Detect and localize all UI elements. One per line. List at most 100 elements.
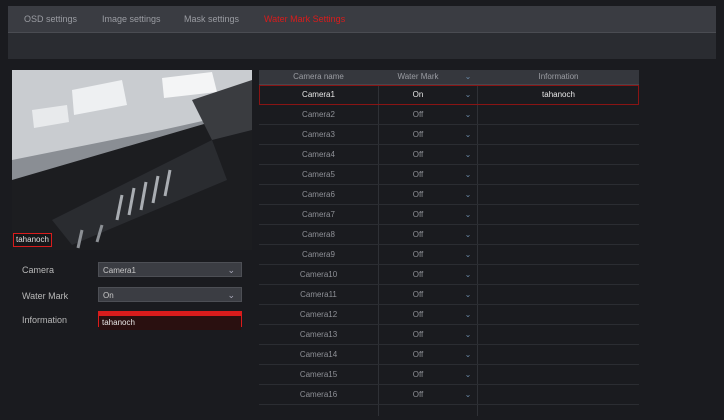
table-row[interactable]: Camera15 Off ⌄ [259, 365, 639, 385]
chevron-down-icon[interactable]: ⌄ [458, 165, 478, 184]
camera-name-cell: Camera13 [299, 330, 338, 339]
chevron-down-icon: ⌄ [227, 265, 235, 275]
camera-name-cell: Camera11 [300, 290, 337, 299]
water-mark-cell[interactable]: Off [378, 125, 458, 144]
water-mark-cell[interactable]: On [378, 85, 458, 104]
camera-select[interactable]: Camera1 ⌄ [98, 262, 242, 277]
sub-toolbar [8, 33, 716, 59]
information-cell [478, 205, 639, 224]
water-mark-cell[interactable]: Off [378, 385, 458, 404]
chevron-down-icon[interactable]: ⌄ [458, 145, 478, 164]
chevron-down-icon[interactable]: ⌄ [458, 265, 478, 284]
water-mark-cell[interactable]: Off [378, 325, 458, 344]
camera-name-cell: Camera9 [302, 250, 335, 259]
watermark-preview-text: tahanoch [13, 233, 52, 247]
water-mark-cell[interactable]: Off [378, 345, 458, 364]
table-row[interactable]: Camera16 Off ⌄ [259, 385, 639, 405]
information-cell [478, 185, 639, 204]
information-cell [478, 265, 639, 284]
table-row[interactable]: Camera4 Off ⌄ [259, 145, 639, 165]
camera-name-cell: Camera16 [299, 390, 338, 399]
chevron-down-icon[interactable]: ⌄ [458, 205, 478, 224]
table-row[interactable]: Camera9 Off ⌄ [259, 245, 639, 265]
chevron-down-icon[interactable]: ⌄ [458, 125, 478, 144]
information-field[interactable] [99, 315, 241, 330]
chevron-down-icon: ⌄ [227, 290, 235, 300]
camera-name-cell: Camera15 [299, 370, 338, 379]
water-mark-cell[interactable]: Off [378, 185, 458, 204]
information-cell [478, 285, 639, 304]
camera-name-cell: Camera12 [299, 310, 338, 319]
information-cell [478, 365, 639, 384]
table-row[interactable]: Camera2 Off ⌄ [259, 105, 639, 125]
header-camera-name: Camera name [293, 72, 344, 81]
water-mark-cell[interactable]: Off [378, 285, 458, 304]
table-row[interactable]: Camera14 Off ⌄ [259, 345, 639, 365]
camera-name-cell: Camera5 [302, 170, 335, 179]
table-body: Camera1 On ⌄ tahanoch Camera2 Off ⌄ Camera3 Off ⌄… [259, 85, 639, 405]
chevron-down-icon[interactable]: ⌄ [458, 185, 478, 204]
table-row[interactable]: Camera13 Off ⌄ [259, 325, 639, 345]
table-row[interactable]: Camera5 Off ⌄ [259, 165, 639, 185]
chevron-down-icon[interactable]: ⌄ [458, 345, 478, 364]
watermark-label: Water Mark [22, 291, 69, 301]
water-mark-cell[interactable]: Off [378, 105, 458, 124]
watermark-table: Camera name Water Mark ⌄ Information Cam… [259, 70, 639, 405]
table-row[interactable]: Camera1 On ⌄ tahanoch [259, 85, 639, 105]
tab-mask-settings[interactable]: Mask settings [184, 6, 239, 32]
settings-tab-bar: OSD settings Image settings Mask setting… [8, 6, 716, 33]
tab-image-settings[interactable]: Image settings [102, 6, 161, 32]
chevron-down-icon[interactable]: ⌄ [458, 325, 478, 344]
chevron-down-icon[interactable]: ⌄ [458, 225, 478, 244]
information-cell [478, 325, 639, 344]
camera-name-cell: Camera6 [302, 190, 335, 199]
chevron-down-icon[interactable]: ⌄ [458, 245, 478, 264]
table-row[interactable]: Camera12 Off ⌄ [259, 305, 639, 325]
water-mark-cell[interactable]: Off [378, 265, 458, 284]
water-mark-cell[interactable]: Off [378, 165, 458, 184]
information-cell [478, 345, 639, 364]
water-mark-cell[interactable]: Off [378, 245, 458, 264]
watermark-select[interactable]: On ⌄ [98, 287, 242, 302]
table-row[interactable]: Camera8 Off ⌄ [259, 225, 639, 245]
water-mark-cell[interactable]: Off [378, 365, 458, 384]
chevron-down-icon[interactable]: ⌄ [458, 85, 478, 104]
camera-name-cell: Camera8 [302, 230, 335, 239]
water-mark-cell[interactable]: Off [378, 225, 458, 244]
camera-preview [12, 70, 252, 250]
water-mark-cell[interactable]: Off [378, 145, 458, 164]
camera-name-cell: Camera2 [302, 110, 335, 119]
chevron-down-icon[interactable]: ⌄ [458, 365, 478, 384]
chevron-down-icon[interactable]: ⌄ [458, 105, 478, 124]
information-cell [478, 125, 639, 144]
table-row[interactable]: Camera10 Off ⌄ [259, 265, 639, 285]
header-water-mark: Water Mark [397, 72, 439, 81]
camera-name-cell: Camera4 [302, 150, 335, 159]
table-row[interactable]: Camera11 Off ⌄ [259, 285, 639, 305]
table-header: Camera name Water Mark ⌄ Information [259, 70, 639, 85]
camera-name-cell: Camera14 [299, 350, 338, 359]
camera-name-cell: Camera1 [302, 90, 335, 99]
camera-name-cell: Camera3 [302, 130, 335, 139]
chevron-down-icon[interactable]: ⌄ [458, 305, 478, 324]
information-cell [478, 105, 639, 124]
camera-name-cell: Camera10 [299, 270, 338, 279]
chevron-down-icon[interactable]: ⌄ [458, 70, 478, 84]
watermark-select-value: On [103, 291, 114, 300]
information-cell [478, 165, 639, 184]
water-mark-cell[interactable]: Off [378, 205, 458, 224]
table-row[interactable]: Camera7 Off ⌄ [259, 205, 639, 225]
header-information: Information [538, 72, 579, 81]
information-field-wrap [98, 311, 242, 330]
chevron-down-icon[interactable]: ⌄ [458, 385, 478, 404]
table-row[interactable]: Camera6 Off ⌄ [259, 185, 639, 205]
information-label: Information [22, 315, 68, 325]
camera-label: Camera [22, 265, 55, 275]
chevron-down-icon[interactable]: ⌄ [458, 285, 478, 304]
water-mark-cell[interactable]: Off [378, 305, 458, 324]
information-cell [478, 225, 639, 244]
tab-water-mark-settings[interactable]: Water Mark Settings [264, 6, 345, 32]
information-cell [478, 385, 639, 404]
tab-osd-settings[interactable]: OSD settings [24, 6, 77, 32]
table-row[interactable]: Camera3 Off ⌄ [259, 125, 639, 145]
